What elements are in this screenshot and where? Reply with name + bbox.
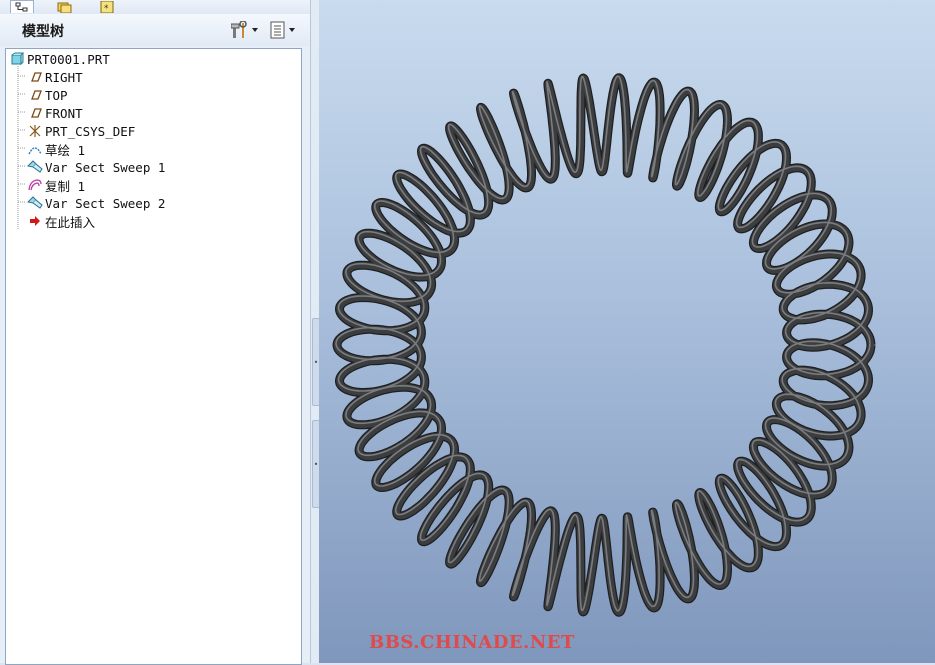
tree-show-button[interactable] [270, 21, 295, 39]
favorites-tab[interactable]: * [96, 0, 118, 13]
datum-plane-icon [27, 69, 43, 85]
graphics-viewport[interactable]: BBS.CHINADE.NET [319, 0, 935, 663]
tree-item-part[interactable]: PRT0001.PRT [9, 50, 110, 68]
tree-item-right[interactable]: RIGHT [27, 68, 83, 86]
sketch-icon [27, 141, 43, 157]
tree-item-label: 复制 1 [45, 178, 86, 194]
svg-text:*: * [104, 4, 109, 13]
tools-icon [231, 21, 247, 38]
insert-here-arrow-icon [27, 213, 43, 229]
toroidal-coil-spring [332, 73, 876, 617]
navigator-panel: 模型树 PRT0001.PRT RIGHT TOP FRONT PRT_CSYS… [0, 14, 311, 665]
tree-item-label: Var Sect Sweep 1 [45, 159, 166, 175]
tree-settings-button[interactable] [231, 21, 258, 39]
chevron-down-icon [252, 28, 258, 32]
tree-item-label: Var Sect Sweep 2 [45, 195, 166, 211]
tree-item-sweep-1[interactable]: Var Sect Sweep 1 [27, 158, 165, 176]
sweep-icon [27, 195, 43, 211]
tree-item-insert-here[interactable]: 在此插入 [27, 212, 95, 230]
tree-item-top[interactable]: TOP [27, 86, 68, 104]
datum-plane-icon [27, 87, 43, 103]
model-tree-tab[interactable] [10, 0, 34, 13]
tree-item-label: 草绘 1 [45, 142, 86, 158]
tree-item-label: 在此插入 [45, 214, 96, 230]
model-tree-title: 模型树 [22, 24, 64, 40]
tree-item-label: PRT_CSYS_DEF [45, 123, 136, 139]
tree-item-label: PRT0001.PRT [27, 51, 110, 67]
folder-icon [57, 2, 72, 13]
tree-item-csys[interactable]: PRT_CSYS_DEF [27, 122, 135, 140]
model-tree-icon [15, 2, 28, 11]
chevron-down-icon [289, 28, 295, 32]
list-icon [270, 21, 285, 39]
datum-plane-icon [27, 105, 43, 121]
navigator-tab-strip: * [0, 0, 318, 14]
tree-item-copy[interactable]: 复制 1 [27, 176, 85, 194]
watermark: BBS.CHINADE.NET [369, 632, 575, 653]
tree-item-label: RIGHT [45, 69, 83, 85]
tree-item-sketch[interactable]: 草绘 1 [27, 140, 85, 158]
tree-item-sweep-2[interactable]: Var Sect Sweep 2 [27, 194, 165, 212]
copy-icon [27, 177, 43, 193]
favorites-icon: * [100, 0, 114, 13]
sweep-icon [27, 159, 43, 175]
tree-item-label: TOP [45, 87, 68, 103]
model-tree-header: 模型树 [0, 14, 310, 46]
model-tree[interactable]: PRT0001.PRT RIGHT TOP FRONT PRT_CSYS_DEF [5, 48, 302, 665]
folder-browser-tab[interactable] [54, 0, 76, 13]
csys-icon [27, 123, 43, 139]
tree-item-label: FRONT [45, 105, 83, 121]
part-icon [9, 51, 25, 67]
tree-item-front[interactable]: FRONT [27, 104, 83, 122]
